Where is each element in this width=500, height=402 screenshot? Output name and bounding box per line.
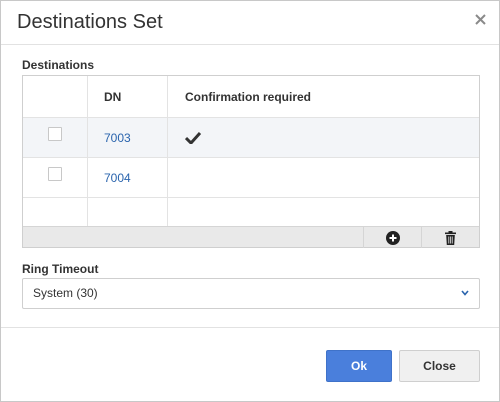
add-destination-button[interactable] bbox=[363, 227, 421, 248]
dialog-header: Destinations Set bbox=[1, 1, 499, 45]
ok-button[interactable]: Ok bbox=[326, 350, 392, 382]
row-checkbox[interactable] bbox=[48, 126, 62, 141]
row-select-cell bbox=[23, 118, 88, 157]
trash-icon bbox=[445, 230, 456, 245]
dialog-footer: Ok Close bbox=[1, 327, 499, 401]
column-header-confirmation[interactable]: Confirmation required bbox=[168, 76, 479, 117]
chevron-down-icon bbox=[461, 279, 469, 308]
delete-destination-button[interactable] bbox=[421, 227, 479, 248]
confirmation-cell bbox=[168, 158, 479, 197]
table-row[interactable]: 7004 bbox=[23, 158, 479, 198]
checkmark-icon bbox=[185, 131, 201, 144]
grid-empty-area bbox=[23, 198, 479, 226]
row-select-cell bbox=[23, 158, 88, 197]
column-header-select bbox=[23, 76, 88, 117]
grid-header: DN Confirmation required bbox=[23, 76, 479, 118]
ring-timeout-label: Ring Timeout bbox=[22, 262, 99, 276]
close-icon-graphic bbox=[475, 14, 486, 25]
grid-toolbar bbox=[23, 226, 479, 248]
ring-timeout-select[interactable]: System (30) bbox=[22, 278, 480, 309]
dn-cell[interactable]: 7004 bbox=[88, 158, 168, 197]
dialog-title: Destinations Set bbox=[17, 11, 163, 33]
dn-cell[interactable]: 7003 bbox=[88, 118, 168, 157]
column-header-dn[interactable]: DN bbox=[88, 76, 168, 117]
empty-cell bbox=[88, 198, 168, 226]
close-button[interactable]: Close bbox=[399, 350, 480, 382]
plus-circle-icon bbox=[385, 230, 400, 245]
destinations-set-dialog: Destinations Set Destinations DN Confirm… bbox=[0, 0, 500, 402]
ring-timeout-value: System (30) bbox=[33, 286, 98, 300]
close-icon[interactable] bbox=[475, 10, 486, 28]
confirmation-cell bbox=[168, 118, 479, 157]
destinations-grid: DN Confirmation required 7003 7004 bbox=[22, 75, 480, 248]
empty-cell bbox=[23, 198, 88, 226]
table-row[interactable]: 7003 bbox=[23, 118, 479, 158]
destinations-label: Destinations bbox=[22, 58, 95, 72]
row-checkbox[interactable] bbox=[48, 166, 62, 181]
